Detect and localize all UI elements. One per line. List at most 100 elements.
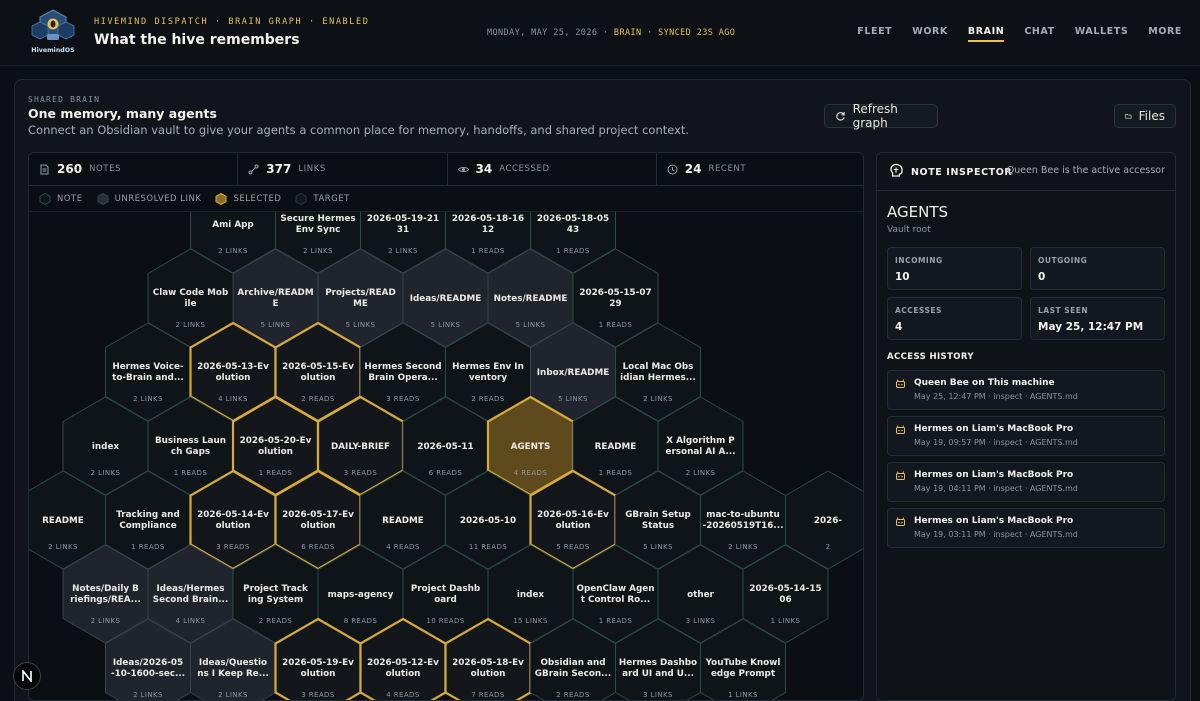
bot-icon (896, 425, 905, 434)
note-stat: 2 (826, 543, 831, 551)
note-stat: 5 LINKS (261, 321, 291, 329)
note-stat: 5 LINKS (643, 543, 673, 551)
note-stat: 2 LINKS (133, 691, 163, 699)
stat-value: 377 (266, 162, 292, 176)
note-title: Hermes Second (364, 362, 441, 372)
nav-brain[interactable]: BRAIN (967, 26, 1005, 42)
note-stat: 11 READS (469, 543, 507, 551)
folder-icon (1125, 114, 1132, 119)
note-title: 2026-05-18-05 (537, 214, 609, 224)
access-history-item[interactable]: Hermes on Liam's MacBook Pro May 19, 09:… (887, 416, 1165, 456)
mode-label: BRAIN (613, 28, 642, 38)
note-title: Notes/Daily B (72, 584, 139, 594)
note-title: 2026-05-14-Ev (197, 510, 269, 520)
logo-text: HivemindOS (31, 47, 75, 54)
access-history-item[interactable]: Hermes on Liam's MacBook Pro May 19, 04:… (887, 462, 1165, 502)
note-title: maps-agency (328, 590, 394, 600)
note-title: Project Track (243, 584, 309, 594)
nav-more[interactable]: MORE (1148, 26, 1182, 37)
note-title-line2: ventory (469, 373, 508, 383)
note-title-line2: to-Brain and... (112, 373, 184, 383)
metric-value: 0 (1038, 271, 1046, 283)
note-title: AGENTS (511, 442, 551, 452)
access-history-item[interactable]: Hermes on Liam's MacBook Pro May 19, 03:… (887, 508, 1165, 548)
note-title: 2026-05-19-21 (367, 214, 439, 224)
metric-label: ACCESSES (895, 306, 942, 315)
note-stat: 1 READS (599, 469, 633, 477)
top-bar: HivemindOS HIVEMIND DISPATCH · BRAIN GRA… (0, 0, 1200, 66)
note-stat: 1 READS (131, 543, 165, 551)
note-title: Ideas/Questio (199, 658, 267, 668)
stat-value: 260 (57, 162, 83, 176)
note-stat: 4 READS (386, 543, 420, 551)
metric-last-seen: LAST SEEN May 25, 12:47 PM (1030, 297, 1165, 340)
hex-note-icon (39, 192, 51, 205)
history-meta: May 19, 09:57 PM · inspect · AGENTS.md (914, 438, 1078, 447)
history-meta: May 25, 12:47 PM · inspect · AGENTS.md (914, 392, 1078, 401)
note-title: 2026-05-18-Ev (452, 658, 524, 668)
metric-incoming: INCOMING 10 (887, 247, 1022, 290)
metric-label: INCOMING (895, 256, 943, 265)
stat-recent: 24 RECENT (657, 153, 863, 185)
note-title: 2026-05-12-Ev (367, 658, 439, 668)
section-title: One memory, many agents (28, 106, 217, 121)
hex-selected-icon (215, 192, 227, 205)
note-title-line2: olution (258, 447, 293, 457)
note-title: X Algorithm P (666, 436, 735, 446)
note-title: GBrain Setup (625, 510, 691, 520)
bot-icon (896, 517, 905, 526)
refresh-icon (836, 112, 845, 121)
note-title: Projects/READ (325, 288, 396, 298)
nav-chat[interactable]: CHAT (1024, 26, 1054, 37)
note-stat: 3 READS (344, 469, 378, 477)
note-title-line2: E (272, 299, 278, 309)
refresh-graph-button[interactable]: Refresh graph (824, 102, 938, 130)
note-title: Inbox/README (537, 368, 609, 378)
note-stat: 2 LINKS (643, 395, 673, 403)
note-stat: 1 READS (174, 469, 208, 477)
nav-work[interactable]: WORK (912, 26, 948, 37)
refresh-graph-label: Refresh graph (852, 102, 898, 130)
metric-label: OUTGOING (1038, 256, 1088, 265)
page-title: What the hive remembers (94, 32, 300, 48)
metric-value: 4 (895, 321, 903, 333)
metric-accesses: ACCESSES 4 (887, 297, 1022, 340)
note-title-line2: ns I Keep Re... (197, 669, 269, 679)
note-title: Obsidian and (540, 658, 605, 668)
note-title-line2: olution (556, 521, 591, 531)
note-title-line2: olution (216, 521, 251, 531)
graph-legend: NOTE UNRESOLVED LINK SELECTED TARGET (29, 186, 863, 212)
note-title: Ideas/Hermes (157, 584, 225, 594)
section-label: SHARED BRAIN (28, 95, 101, 104)
access-history-item[interactable]: Queen Bee on This machine May 25, 12:47 … (887, 370, 1165, 410)
note-title-line2: 12 (482, 225, 494, 235)
metric-label: LAST SEEN (1038, 306, 1089, 315)
link-icon (248, 164, 259, 174)
nav-wallets[interactable]: WALLETS (1075, 26, 1129, 37)
note-title: Archive/READM (237, 288, 313, 298)
note-stat: 2 LINKS (728, 543, 758, 551)
note-title: 2026-05-15-Ev (282, 362, 354, 372)
files-button[interactable]: Files (1114, 104, 1176, 128)
note-title: 2026-05-17-Ev (282, 510, 354, 520)
nav-fleet[interactable]: FLEET (857, 26, 892, 37)
document-icon (40, 164, 49, 174)
dev-tools-badge[interactable] (13, 662, 41, 690)
history-who: Hermes on Liam's MacBook Pro (914, 424, 1074, 434)
inspector-subtitle: Queen Bee is the active accessor (1006, 165, 1165, 176)
note-stat: 3 LINKS (643, 691, 673, 699)
note-stat: 1 READS (556, 247, 590, 255)
note-stat: 1 READS (599, 321, 633, 329)
hivemind-logo[interactable]: HivemindOS (28, 8, 78, 60)
note-stat: 1 LINKS (728, 691, 758, 699)
note-title-line2: GBrain Secon... (535, 669, 611, 679)
note-title: Tracking and (116, 510, 180, 520)
separator: · (641, 28, 659, 38)
note-stat: 6 READS (429, 469, 463, 477)
files-label: Files (1138, 109, 1165, 123)
note-title-line2: olution (301, 669, 336, 679)
note-stat: 1 READS (471, 247, 505, 255)
note-title: 2026-05-14-15 (749, 584, 821, 594)
note-stat: 8 READS (344, 617, 378, 625)
note-title: 2026-05-16-Ev (537, 510, 609, 520)
